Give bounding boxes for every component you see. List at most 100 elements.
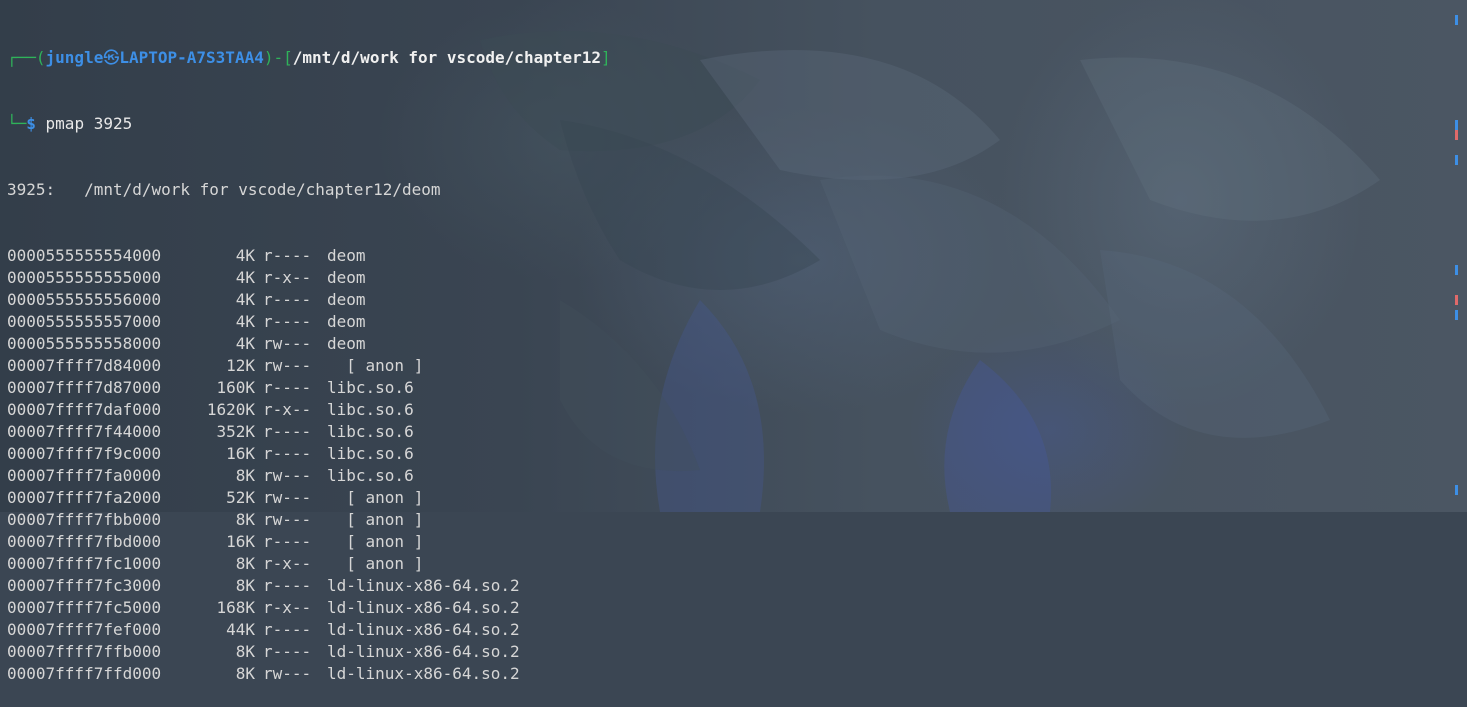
pmap-exe-path: /mnt/d/work for vscode/chapter12/deom: [84, 180, 441, 199]
map-address: 00007ffff7f9c000: [7, 444, 162, 463]
map-name: [ anon ]: [327, 488, 424, 507]
prompt-frame-mid: )-[: [263, 48, 293, 67]
map-address: 00007ffff7fa0000: [7, 466, 162, 485]
map-address: 0000555555558000: [7, 334, 162, 353]
map-address: 00007ffff7fc5000: [7, 598, 162, 617]
pmap-row: 0000555555557000 4K r---- deom: [7, 311, 611, 333]
map-size: 160K: [216, 378, 255, 397]
map-permissions: r----: [263, 444, 312, 463]
map-address: 0000555555554000: [7, 246, 162, 265]
map-permissions: rw---: [263, 664, 312, 683]
map-name: libc.so.6: [327, 378, 414, 397]
terminal-output[interactable]: ┌──(jungle㉿LAPTOP-A7S3TAA4)-[/mnt/d/work…: [7, 3, 611, 707]
map-address: 00007ffff7daf000: [7, 400, 162, 419]
pmap-row: 00007ffff7fc3000 8K r---- ld-linux-x86-64.s…: [7, 575, 611, 597]
pmap-header: 3925: /mnt/d/work for vscode/chapter12/d…: [7, 179, 611, 201]
map-size: 168K: [216, 598, 255, 617]
map-size: 4K: [235, 312, 255, 331]
map-name: ld-linux-x86-64.so.2: [327, 620, 520, 639]
pmap-row: 00007ffff7fef000 44K r---- ld-linux-x86-64.…: [7, 619, 611, 641]
map-address: 00007ffff7fbb000: [7, 510, 162, 529]
map-size: 52K: [226, 488, 255, 507]
map-permissions: r----: [263, 378, 312, 397]
pmap-row: 0000555555554000 4K r---- deom: [7, 245, 611, 267]
scrollbar-marker: [1455, 485, 1458, 495]
map-address: 0000555555557000: [7, 312, 162, 331]
scrollbar-marker: [1455, 295, 1458, 305]
command-text: pmap 3925: [35, 114, 133, 133]
map-permissions: rw---: [263, 334, 312, 353]
pmap-row: 00007ffff7f9c000 16K r---- libc.so.6: [7, 443, 611, 465]
map-permissions: r----: [263, 620, 312, 639]
map-permissions: rw---: [263, 510, 312, 529]
map-permissions: r----: [263, 422, 312, 441]
map-permissions: rw---: [263, 466, 312, 485]
pmap-row: 00007ffff7daf000 1620K r-x-- libc.so.6: [7, 399, 611, 421]
pmap-row: 00007ffff7d84000 12K rw--- [ anon ]: [7, 355, 611, 377]
pmap-row: 00007ffff7fbb000 8K rw--- [ anon ]: [7, 509, 611, 531]
map-permissions: r----: [263, 642, 312, 661]
scrollbar-marker: [1455, 155, 1458, 165]
prompt-cwd: /mnt/d/work for vscode/chapter12: [292, 48, 601, 67]
prompt-frame-end: ]: [601, 48, 611, 67]
pmap-row: 00007ffff7ffb000 8K r---- ld-linux-x86-64.s…: [7, 641, 611, 663]
map-address: 00007ffff7fc3000: [7, 576, 162, 595]
map-size: 8K: [235, 554, 255, 573]
map-name: deom: [327, 312, 366, 331]
map-name: deom: [327, 268, 366, 287]
pmap-row: 00007ffff7fa0000 8K rw--- libc.so.6: [7, 465, 611, 487]
map-address: 0000555555556000: [7, 290, 162, 309]
map-permissions: r----: [263, 290, 312, 309]
prompt-dollar: $: [26, 114, 36, 133]
pmap-mapping-list: 0000555555554000 4K r---- deom 0000555555555…: [7, 245, 611, 685]
map-size: 44K: [226, 620, 255, 639]
map-size: 352K: [216, 422, 255, 441]
pmap-row: 0000555555556000 4K r---- deom: [7, 289, 611, 311]
map-size: 8K: [235, 576, 255, 595]
map-size: 4K: [235, 290, 255, 309]
map-name: libc.so.6: [327, 466, 414, 485]
prompt-line-2: └─$ pmap 3925: [7, 113, 611, 135]
map-size: 8K: [235, 642, 255, 661]
map-permissions: r-x--: [263, 554, 312, 573]
map-name: [ anon ]: [327, 356, 424, 375]
pmap-row: 00007ffff7fc5000 168K r-x-- ld-linux-x86-64…: [7, 597, 611, 619]
prompt-line-1: ┌──(jungle㉿LAPTOP-A7S3TAA4)-[/mnt/d/work…: [7, 47, 611, 69]
pmap-row: 00007ffff7d87000 160K r---- libc.so.6: [7, 377, 611, 399]
map-permissions: rw---: [263, 356, 312, 375]
pmap-row: 0000555555555000 4K r-x-- deom: [7, 267, 611, 289]
map-name: libc.so.6: [327, 422, 414, 441]
map-name: libc.so.6: [327, 400, 414, 419]
pmap-row: 00007ffff7ffd000 8K rw--- ld-linux-x86-64.s…: [7, 663, 611, 685]
map-permissions: r----: [263, 576, 312, 595]
map-name: deom: [327, 290, 366, 309]
map-address: 00007ffff7fa2000: [7, 488, 162, 507]
pmap-row: 00007ffff7f44000 352K r---- libc.so.6: [7, 421, 611, 443]
map-address: 00007ffff7ffb000: [7, 642, 162, 661]
prompt-frame-bottom: └─: [7, 114, 27, 133]
scrollbar-marker: [1455, 120, 1458, 130]
map-address: 00007ffff7ffd000: [7, 664, 162, 683]
map-name: [ anon ]: [327, 532, 424, 551]
map-address: 00007ffff7d84000: [7, 356, 162, 375]
prompt-host: LAPTOP-A7S3TAA4: [119, 48, 264, 67]
pmap-pid: 3925:: [7, 180, 56, 199]
map-size: 16K: [226, 444, 255, 463]
scrollbar-marker-track[interactable]: [1455, 0, 1459, 512]
map-name: ld-linux-x86-64.so.2: [327, 664, 520, 683]
map-permissions: r----: [263, 312, 312, 331]
scrollbar-marker: [1455, 265, 1458, 275]
map-permissions: r----: [263, 246, 312, 265]
map-name: ld-linux-x86-64.so.2: [327, 642, 520, 661]
pmap-row: 0000555555558000 4K rw--- deom: [7, 333, 611, 355]
map-name: deom: [327, 246, 366, 265]
scrollbar-marker: [1455, 310, 1458, 320]
map-permissions: r-x--: [263, 400, 312, 419]
map-size: 8K: [235, 664, 255, 683]
map-name: ld-linux-x86-64.so.2: [327, 576, 520, 595]
map-permissions: rw---: [263, 488, 312, 507]
map-permissions: r----: [263, 532, 312, 551]
map-address: 00007ffff7d87000: [7, 378, 162, 397]
pmap-row: 00007ffff7fbd000 16K r---- [ anon ]: [7, 531, 611, 553]
map-size: 4K: [235, 334, 255, 353]
